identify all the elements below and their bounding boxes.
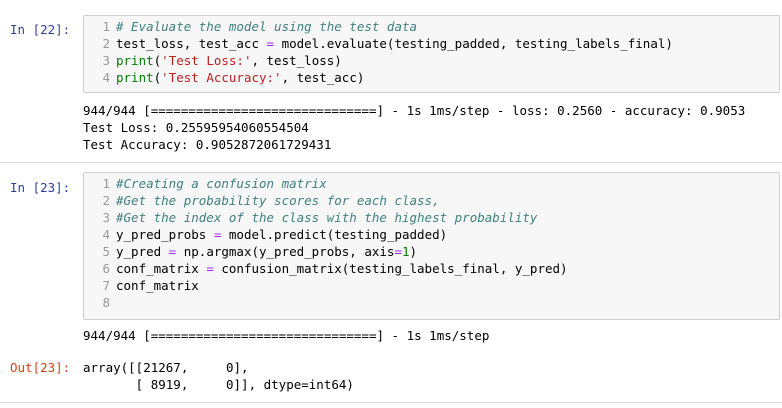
code-token: model.evaluate(testing_padded, testing_l… xyxy=(274,36,673,51)
line-number: 3 xyxy=(102,210,110,225)
code-token: #Get the probability scores for each cla… xyxy=(116,193,440,208)
output-line: Test Accuracy: 0.9052872061729431 xyxy=(83,137,332,152)
code-token: , test_acc) xyxy=(281,70,365,85)
code-line[interactable]: 7 conf_matrix xyxy=(84,277,779,294)
code-line[interactable]: 6 conf_matrix = confusion_matrix(testing_… xyxy=(84,260,779,277)
code-line[interactable]: 1 #Creating a confusion matrix xyxy=(84,175,779,192)
code-token: = xyxy=(266,36,275,51)
output-line: 944/944 [==============================]… xyxy=(83,103,746,118)
code-line[interactable]: 1 # Evaluate the model using the test dat… xyxy=(84,18,779,35)
input-prompt: In [22]: xyxy=(10,22,71,37)
line-number: 1 xyxy=(102,176,110,191)
result-line: array([[21267, 0], xyxy=(83,360,249,375)
line-number: 4 xyxy=(102,227,110,242)
code-line[interactable]: 5 y_pred = np.argmax(y_pred_probs, axis=1… xyxy=(84,243,779,260)
line-number: 5 xyxy=(102,244,110,259)
output-line: 944/944 [==============================]… xyxy=(83,328,490,343)
execute-result: array([[21267, 0], [ 8919, 0]], dtype=in… xyxy=(83,359,354,393)
code-token: #Get the index of the class with the hig… xyxy=(116,210,538,225)
code-editor[interactable]: 1 # Evaluate the model using the test dat… xyxy=(83,15,780,93)
code-line[interactable]: 3 print('Test Loss:', test_loss) xyxy=(84,52,779,69)
code-token: print xyxy=(116,53,154,68)
cell-divider xyxy=(0,402,782,403)
result-line: [ 8919, 0]], dtype=int64) xyxy=(83,377,354,392)
stream-output: 944/944 [==============================]… xyxy=(83,327,489,344)
code-line[interactable]: 4 print('Test Accuracy:', test_acc) xyxy=(84,69,779,86)
line-number: 3 xyxy=(102,53,110,68)
code-line[interactable]: 3 #Get the index of the class with the hi… xyxy=(84,209,779,226)
line-number: 7 xyxy=(102,278,110,293)
code-token: model.predict(testing_padded) xyxy=(221,227,448,242)
output-prompt: Out[23]: xyxy=(10,360,71,375)
cell-divider xyxy=(0,162,782,163)
code-token: = xyxy=(206,261,214,276)
input-prompt: In [23]: xyxy=(10,180,71,195)
stream-output: 944/944 [==============================]… xyxy=(83,102,745,153)
code-token: , test_loss) xyxy=(251,53,342,68)
code-token: = xyxy=(394,244,402,259)
code-token: conf_matrix xyxy=(116,278,199,293)
code-token: conf_matrix xyxy=(116,261,207,276)
code-token: 'Test Accuracy:' xyxy=(161,70,282,85)
line-number: 2 xyxy=(102,193,110,208)
code-token: test_loss, test_acc xyxy=(116,36,267,51)
code-line[interactable]: 4 y_pred_probs = model.predict(testing_pa… xyxy=(84,226,779,243)
code-token: np.argmax(y_pred_probs, axis xyxy=(176,244,395,259)
code-editor[interactable]: 1 #Creating a confusion matrix 2 #Get the p… xyxy=(83,172,780,320)
output-line: Test Loss: 0.25595954060554504 xyxy=(83,120,309,135)
code-token: y_pred xyxy=(116,244,169,259)
line-number: 8 xyxy=(102,295,110,310)
code-token: 'Test Loss:' xyxy=(161,53,252,68)
code-token: #Creating a confusion matrix xyxy=(116,176,327,191)
code-token: print xyxy=(116,70,154,85)
code-token: 1 xyxy=(402,244,410,259)
line-number: 6 xyxy=(102,261,110,276)
line-number: 2 xyxy=(102,36,110,51)
code-line[interactable]: 8 xyxy=(84,294,779,311)
code-line[interactable]: 2 #Get the probability scores for each cl… xyxy=(84,192,779,209)
code-token: ) xyxy=(409,244,418,259)
line-number: 4 xyxy=(102,70,110,85)
line-number: 1 xyxy=(102,19,110,34)
code-line[interactable]: 2 test_loss, test_acc = model.evaluate(te… xyxy=(84,35,779,52)
code-token: # Evaluate the model using the test data xyxy=(116,19,418,34)
code-token: y_pred_probs xyxy=(116,227,214,242)
code-token: confusion_matrix(testing_labels_final, y… xyxy=(213,261,568,276)
